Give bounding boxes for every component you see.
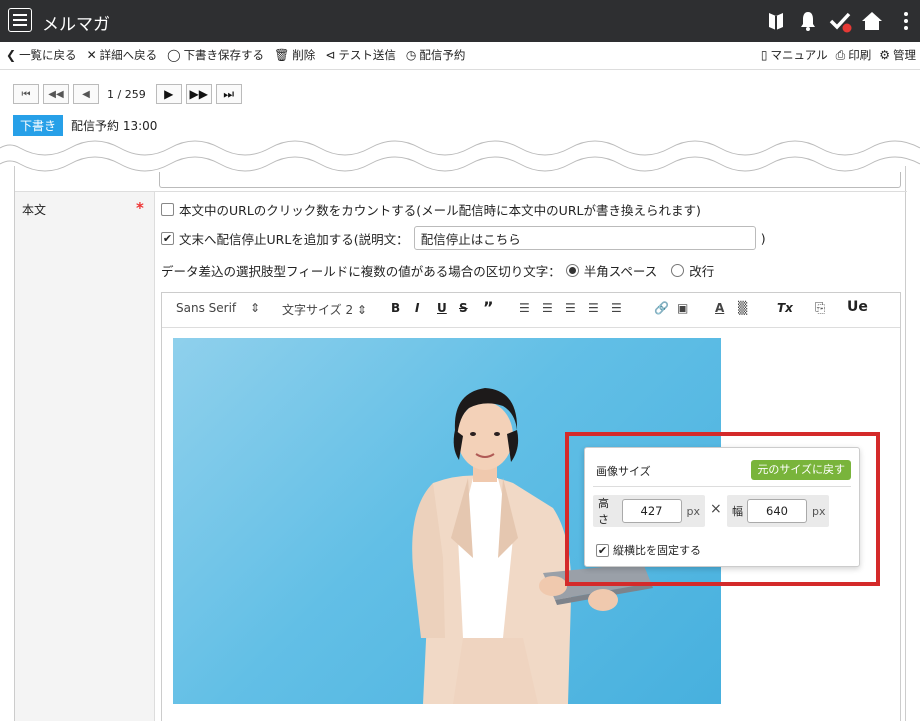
bullet-list-icon[interactable]: ☰ (565, 301, 576, 315)
circle-icon: ◯ (167, 48, 181, 62)
first-page-button[interactable]: ⏮ (13, 84, 39, 104)
previous-field (159, 172, 901, 188)
width-input[interactable] (747, 499, 807, 523)
select-arrow-icon: ⇕ (356, 303, 367, 317)
body-label: 本文 (22, 203, 47, 217)
close-icon: ✕ (86, 48, 97, 62)
text-color-icon[interactable]: A (715, 301, 724, 315)
save-draft-button[interactable]: ◯ 下書き保存する (167, 47, 264, 63)
underline-button[interactable]: U (437, 301, 447, 315)
next-icon: ▶ (164, 87, 174, 101)
bold-button[interactable]: B (391, 301, 400, 315)
font-select[interactable]: Sans Serif ⇕ (176, 301, 260, 315)
trash-icon: 🗑 (274, 48, 290, 62)
last-page-icon: ⏭ (223, 86, 235, 101)
next-fast-button[interactable]: ▶▶ (185, 84, 212, 104)
printer-icon: ⎙ (835, 48, 846, 62)
print-button[interactable]: ⎙ 印刷 (836, 47, 872, 63)
bell-icon[interactable] (796, 9, 820, 33)
add-unsub-label: 文末へ配信停止URLを追加する(説明文： (179, 231, 409, 247)
delimiter-option: データ差込の選択肢型フィールドに複数の値がある場合の区切り文字： 半角スペース … (161, 261, 714, 280)
count-clicks-option[interactable]: 本文中のURLのクリック数をカウントする(メール配信時に本文中のURLが書き換え… (161, 200, 701, 219)
image-size-popup: 画像サイズ 元のサイズに戻す 高さ px × 幅 px ✔ 縦横比を固定する (584, 447, 860, 567)
add-unsub-checkbox[interactable]: ✔ (161, 231, 174, 245)
outdent-icon[interactable]: ☰ (588, 301, 599, 315)
fast-forward-icon: ▶▶ (189, 87, 208, 101)
next-page-button[interactable]: ▶ (155, 84, 182, 104)
align-icon[interactable]: ☰ (519, 301, 530, 315)
height-group: 高さ px (593, 495, 705, 527)
delimiter-newline-radio[interactable] (671, 264, 685, 277)
times-sign: × (710, 501, 722, 517)
select-arrow-icon: ⇕ (249, 301, 261, 315)
status-row: 下書き 配信予約 13:00 (13, 115, 157, 136)
prev-fast-button[interactable]: ◀◀ (43, 84, 69, 104)
strike-button[interactable]: S (459, 301, 468, 315)
bookmark-icon[interactable] (764, 9, 788, 33)
background-color-icon[interactable]: ▒ (738, 301, 747, 315)
first-page-icon: ⏮ (21, 88, 31, 100)
size-select[interactable]: 文字サイズ 2 ⇕ (282, 301, 367, 318)
quote-button[interactable]: ” (483, 298, 494, 317)
test-send-button[interactable]: ⊲ テスト送信 (325, 47, 396, 63)
app-header: メルマガ (0, 0, 920, 42)
clock-icon: ◷ (405, 48, 417, 62)
add-unsub-option: ✔ 文末へ配信停止URLを追加する(説明文： ) (161, 226, 766, 250)
pager: ⏮ ◀◀ ◀ 1 / 259 ▶ ▶▶ ⏭ (13, 84, 242, 104)
delimiter-space-radio[interactable] (565, 264, 579, 277)
height-input[interactable] (621, 499, 682, 523)
editor-toolbar: Sans Serif ⇕ 文字サイズ 2 ⇕ B I U S ” ☰ ☰ ☰ ☰… (162, 293, 900, 328)
lock-ratio-option[interactable]: ✔ 縦横比を固定する (596, 542, 701, 558)
status-badge: 下書き (13, 115, 64, 136)
required-mark: * (136, 199, 144, 217)
check-icon[interactable] (828, 9, 852, 33)
gear-icon: ⚙ (879, 48, 890, 62)
clean-format-button[interactable]: Tx (777, 301, 793, 315)
rewind-icon: ◀◀ (48, 88, 64, 100)
prev-icon: ◀ (82, 88, 90, 100)
last-page-button[interactable]: ⏭ (215, 84, 242, 104)
reset-size-button[interactable]: 元のサイズに戻す (751, 460, 851, 480)
width-group: 幅 px (727, 495, 829, 527)
indent-icon[interactable]: ☰ (611, 301, 622, 315)
book-icon: ▯ (760, 48, 768, 62)
count-clicks-checkbox[interactable] (161, 203, 174, 216)
prev-page-button[interactable]: ◀ (73, 84, 99, 104)
image-icon[interactable]: ▣ (677, 301, 688, 315)
copy-icon[interactable]: ⎘ (815, 301, 825, 316)
app-title: メルマガ (42, 15, 110, 35)
send-icon: ⊲ (325, 48, 336, 62)
menu-icon[interactable] (8, 8, 32, 32)
delete-button[interactable]: 🗑 削除 (274, 47, 315, 63)
schedule-button[interactable]: ◷ 配信予約 (406, 47, 465, 63)
italic-button[interactable]: I (415, 301, 419, 315)
popup-divider (593, 486, 851, 487)
back-to-detail-button[interactable]: ✕ 詳細へ戻る (87, 47, 158, 63)
delimiter-label: データ差込の選択肢型フィールドに複数の値がある場合の区切り文字： (161, 264, 561, 279)
back-to-list-button[interactable]: ❮ 一覧に戻る (6, 47, 77, 63)
label-column (15, 192, 155, 721)
link-icon[interactable]: 🔗 (654, 301, 669, 315)
page-count: 1 / 259 (107, 87, 146, 101)
lock-ratio-checkbox[interactable]: ✔ (596, 543, 609, 557)
popup-title: 画像サイズ (596, 465, 651, 478)
admin-link[interactable]: ⚙ 管理 (879, 47, 916, 63)
action-toolbar: ❮ 一覧に戻る ✕ 詳細へ戻る ◯ 下書き保存する 🗑 削除 ⊲ テスト送信 ◷… (0, 42, 920, 70)
chevron-left-icon: ❮ (6, 48, 17, 62)
home-icon[interactable] (860, 9, 884, 33)
unsub-text-input[interactable] (413, 226, 756, 250)
source-button[interactable]: Ue (847, 299, 868, 315)
manual-link[interactable]: ▯ マニュアル (761, 47, 828, 63)
ordered-list-icon[interactable]: ☰ (542, 301, 553, 315)
schedule-text: 配信予約 13:00 (71, 119, 158, 133)
more-icon[interactable] (894, 9, 918, 33)
